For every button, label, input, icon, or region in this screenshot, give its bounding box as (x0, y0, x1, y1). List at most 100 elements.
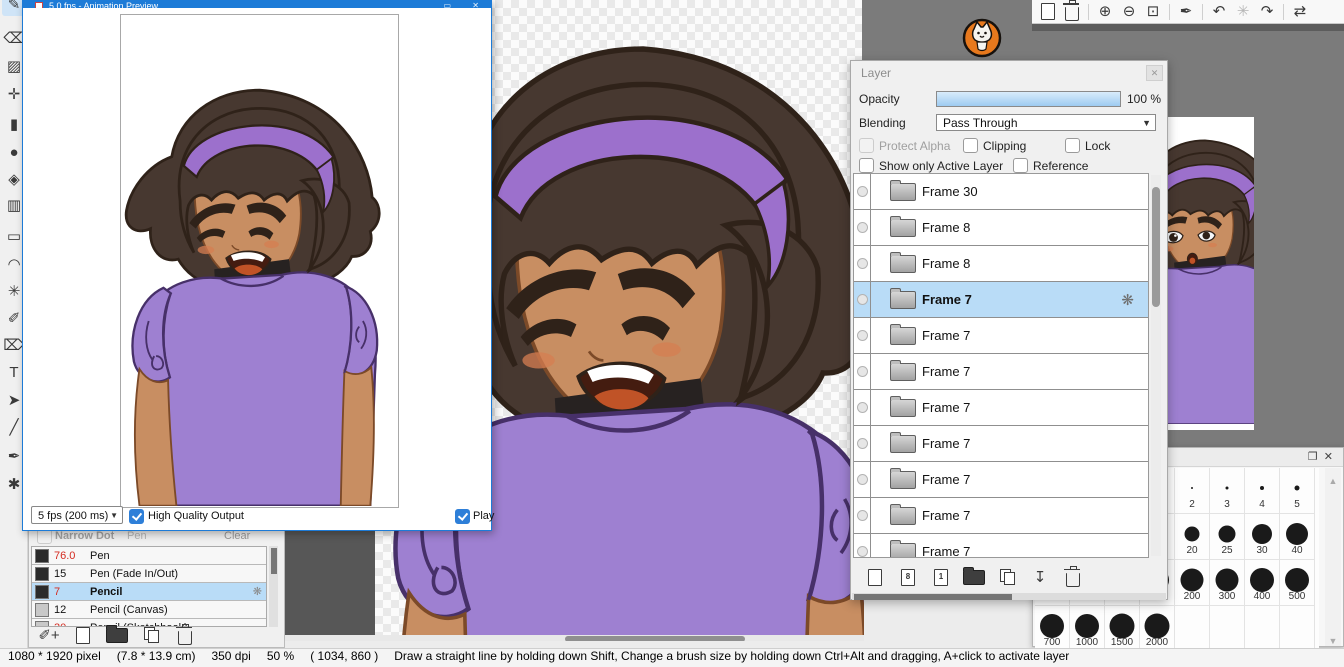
zoom-out-button[interactable]: ⊖ (1117, 1, 1141, 23)
new-canvas-button[interactable] (1036, 1, 1060, 23)
visibility-gutter[interactable] (854, 210, 871, 245)
close-panel-icon[interactable]: ✕ (1324, 451, 1339, 463)
close-icon[interactable]: ✕ (472, 1, 479, 8)
brush-size-scrollbar[interactable]: ▲ ▼ (1325, 468, 1341, 646)
navigator-canvas[interactable] (1168, 117, 1254, 430)
preview-canvas[interactable] (120, 14, 399, 508)
busy-button[interactable]: ✳ (1231, 1, 1255, 23)
narrow-dot-checkbox[interactable] (37, 529, 52, 544)
brush-row[interactable]: 7Pencil❋ (32, 583, 266, 601)
preview-titlebar[interactable]: 5.0 fps - Animation Preview ▭ ✕ (23, 1, 491, 8)
visibility-gutter[interactable] (854, 426, 871, 461)
brush-row[interactable]: 76.0Pen (32, 547, 266, 565)
scrollbar-thumb[interactable] (1152, 187, 1160, 307)
canvas-horizontal-scrollbar[interactable] (285, 635, 864, 641)
layer-row[interactable]: Frame 30 (854, 174, 1148, 210)
brush-size-3[interactable]: 3 (1210, 468, 1245, 514)
brush-size-200[interactable]: 200 (1175, 560, 1210, 606)
new-page-1-button[interactable]: 1 (929, 566, 953, 588)
play-checkbox[interactable] (455, 509, 470, 524)
layer-row[interactable]: Frame 7 (854, 354, 1148, 390)
layer-row[interactable]: Frame 7 (854, 462, 1148, 498)
layer-list-scrollbar[interactable] (1151, 175, 1161, 556)
visibility-gutter[interactable] (854, 354, 871, 389)
scroll-down-icon[interactable]: ▼ (1325, 636, 1341, 646)
merge-down-button[interactable]: ↧ (1028, 566, 1052, 588)
clipping-checkbox[interactable]: Clipping (963, 138, 1026, 153)
layer-row[interactable]: Frame 7 (854, 390, 1148, 426)
folder-button[interactable] (962, 566, 986, 588)
visibility-gutter[interactable] (854, 390, 871, 425)
brush-size-500[interactable]: 500 (1280, 560, 1315, 606)
brush-size-1500[interactable]: 1500 (1105, 606, 1140, 652)
visibility-dot-icon[interactable] (857, 402, 868, 413)
visibility-gutter[interactable] (854, 462, 871, 497)
brush-size-40[interactable]: 40 (1280, 514, 1315, 560)
scroll-up-icon[interactable]: ▲ (1325, 476, 1341, 486)
visibility-dot-icon[interactable] (857, 474, 868, 485)
blending-dropdown[interactable]: Pass Through▼ (936, 114, 1156, 131)
delete-button[interactable] (1061, 566, 1085, 588)
visibility-dot-icon[interactable] (857, 510, 868, 521)
brush-list-scrollbar[interactable] (269, 546, 278, 627)
redo-button[interactable]: ↷ (1255, 1, 1279, 23)
reference-checkbox[interactable]: Reference (1013, 158, 1088, 173)
brush-size-2000[interactable]: 2000 (1140, 606, 1175, 652)
undo-button[interactable]: ↶ (1207, 1, 1231, 23)
protect-alpha-checkbox[interactable]: Protect Alpha (859, 138, 950, 153)
scrollbar-thumb[interactable] (271, 548, 277, 574)
minimize-icon[interactable]: ▭ (443, 1, 451, 8)
scrollbar-thumb[interactable] (565, 636, 745, 641)
visibility-dot-icon[interactable] (857, 258, 868, 269)
new-page-button[interactable] (863, 566, 887, 588)
visibility-gutter[interactable] (854, 246, 871, 281)
gear-icon[interactable]: ❋ (1121, 291, 1134, 309)
visibility-dot-icon[interactable] (857, 546, 868, 557)
layer-row[interactable]: Frame 7 (854, 498, 1148, 534)
layer-row[interactable]: Frame 7 (854, 426, 1148, 462)
visibility-gutter[interactable] (854, 534, 871, 558)
delete-button[interactable] (1060, 1, 1084, 23)
duplicate-button[interactable] (139, 624, 163, 646)
brush-size-4[interactable]: 4 (1245, 468, 1280, 514)
fps-dropdown[interactable]: 5 fps (200 ms)▼ (31, 506, 123, 524)
delete-button[interactable] (173, 624, 197, 646)
high-quality-checkbox[interactable] (129, 509, 144, 524)
opacity-slider[interactable] (936, 91, 1121, 107)
brush-size-2[interactable]: 2 (1175, 468, 1210, 514)
zoom-in-button[interactable]: ⊕ (1093, 1, 1117, 23)
brush-size-400[interactable]: 400 (1245, 560, 1280, 606)
brush-size-5[interactable]: 5 (1280, 468, 1315, 514)
lock-checkbox[interactable]: Lock (1065, 138, 1110, 153)
clear-button[interactable]: Clear (224, 530, 250, 542)
brush-row[interactable]: 12Pencil (Canvas) (32, 601, 266, 619)
add-brush-button[interactable]: ✐+ (37, 624, 61, 646)
zoom-reset-button[interactable]: ⊡ (1141, 1, 1165, 23)
brush-size-30[interactable]: 30 (1245, 514, 1280, 560)
visibility-gutter[interactable] (854, 282, 871, 317)
visibility-dot-icon[interactable] (857, 366, 868, 377)
visibility-dot-icon[interactable] (857, 186, 868, 197)
duplicate-button[interactable] (995, 566, 1019, 588)
brush-row[interactable]: 15Pen (Fade In/Out) (32, 565, 266, 583)
show-only-active-checkbox[interactable]: Show only Active Layer (859, 158, 1003, 173)
visibility-dot-icon[interactable] (857, 222, 868, 233)
visibility-dot-icon[interactable] (857, 294, 868, 305)
layer-row[interactable]: Frame 7❋ (854, 282, 1148, 318)
layer-row[interactable]: Frame 7 (854, 534, 1148, 558)
brush-size-700[interactable]: 700 (1035, 606, 1070, 652)
scrollbar-thumb[interactable] (854, 594, 1012, 600)
visibility-gutter[interactable] (854, 498, 871, 533)
layer-row[interactable]: Frame 8 (854, 210, 1148, 246)
brush-size-300[interactable]: 300 (1210, 560, 1245, 606)
float-panel-icon[interactable]: ❐ (1308, 451, 1324, 463)
brush-size-1000[interactable]: 1000 (1070, 606, 1105, 652)
layer-row[interactable]: Frame 8 (854, 246, 1148, 282)
new-page-8-button[interactable]: 8 (896, 566, 920, 588)
layer-horizontal-scrollbar[interactable] (852, 593, 1166, 600)
visibility-dot-icon[interactable] (857, 438, 868, 449)
visibility-dot-icon[interactable] (857, 330, 868, 341)
brush-size-20[interactable]: 20 (1175, 514, 1210, 560)
layer-row[interactable]: Frame 7 (854, 318, 1148, 354)
animation-preview-window[interactable]: 5.0 fps - Animation Preview ▭ ✕ 5 fps (2… (22, 0, 492, 531)
